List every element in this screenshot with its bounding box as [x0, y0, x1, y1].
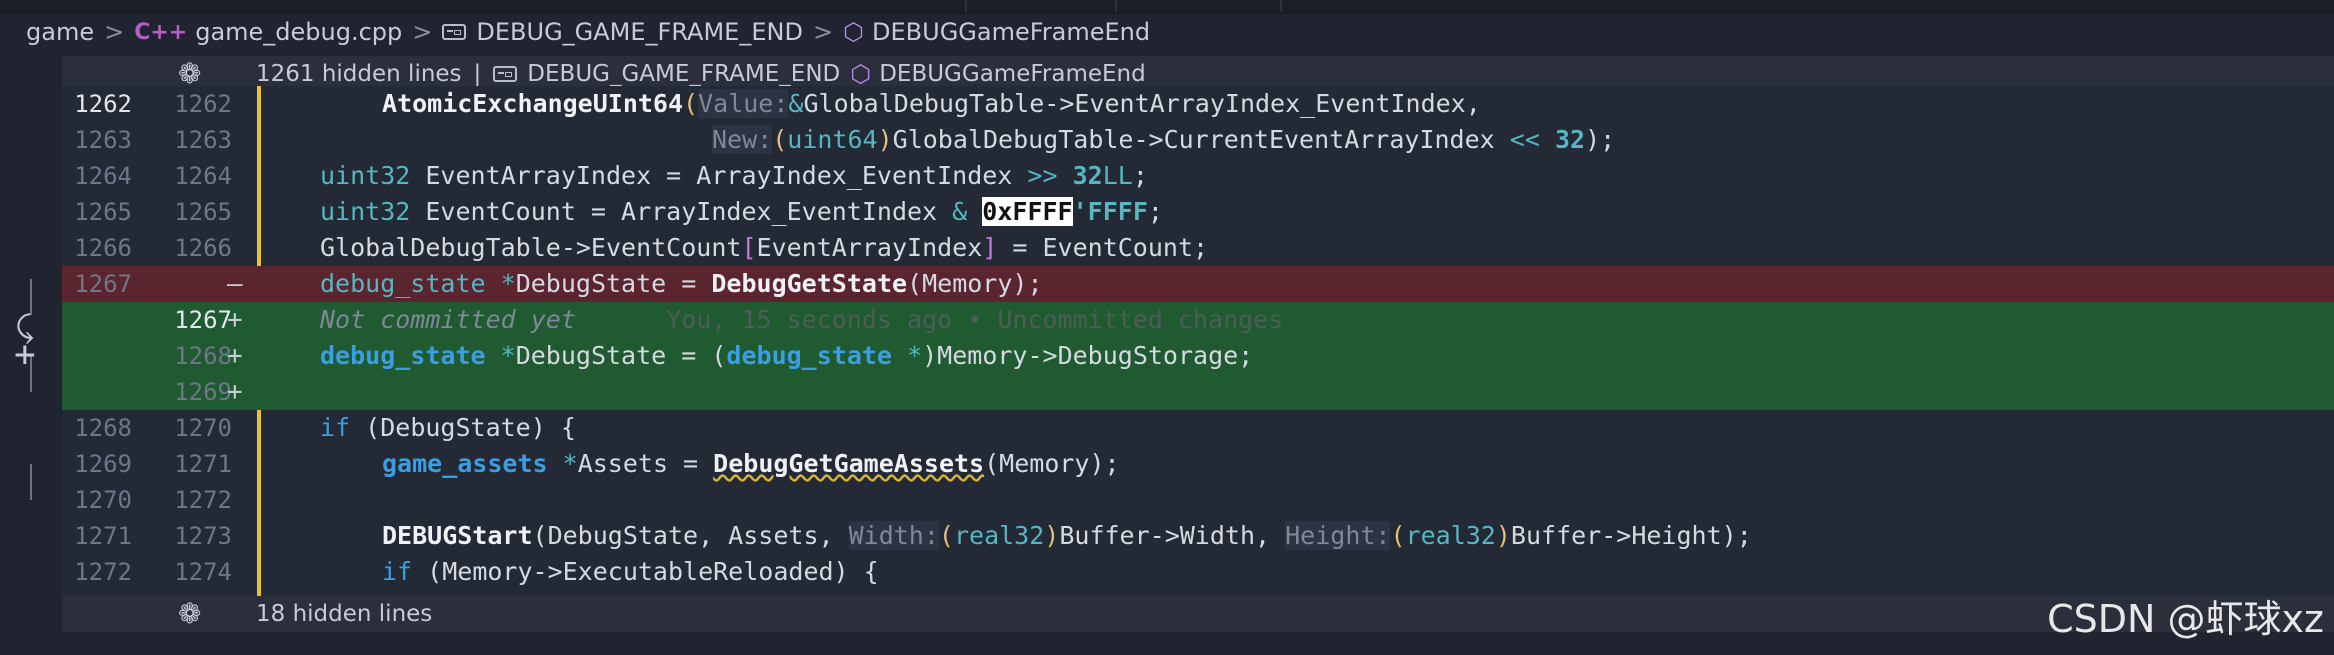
- code-text: debug_state *DebugState = (debug_state *…: [320, 341, 1254, 370]
- line-number-new: 1262: [174, 90, 232, 118]
- macro-icon: [493, 66, 518, 82]
- line-number-old: 1271: [74, 522, 132, 550]
- code-line: 1270 1272: [62, 482, 2334, 518]
- line-number-new: 1270: [174, 414, 232, 442]
- line-number-old: 1266: [74, 234, 132, 262]
- added-line: 1268 + debug_state *DebugState = (debug_…: [62, 338, 2334, 374]
- code-line: 1271 1273 DEBUGStart(DebugState, Assets,…: [62, 518, 2334, 554]
- line-number-old: 1269: [74, 450, 132, 478]
- line-number-new: 1272: [174, 486, 232, 514]
- code-line: 1262 1262 AtomicExchangeUInt64(Value:&Gl…: [62, 86, 2334, 122]
- diff-plus-marker: +: [227, 377, 243, 407]
- code-text: New:(uint64)GlobalDebugTable->CurrentEve…: [712, 125, 1616, 154]
- code-text: if (DebugState) {: [320, 413, 576, 442]
- top-strip: [0, 0, 2334, 14]
- stage-plus-icon[interactable]: +: [14, 334, 36, 375]
- tab-divider: [1280, 0, 1282, 12]
- line-number-new: 1274: [174, 558, 232, 586]
- chevron-right-icon: >: [812, 18, 834, 46]
- code-editor[interactable]: 1262 1262 AtomicExchangeUInt64(Value:&Gl…: [62, 86, 2334, 596]
- bottom-area: [0, 632, 2334, 655]
- line-number-old: 1265: [74, 198, 132, 226]
- method-icon: ⬡: [843, 18, 865, 46]
- breadcrumb-file[interactable]: game_debug.cpp: [195, 18, 402, 46]
- breadcrumb: game > C++ game_debug.cpp > DEBUG_GAME_F…: [0, 14, 2334, 50]
- line-number-old: 1270: [74, 486, 132, 514]
- code-line: 1266 1266 GlobalDebugTable->EventCount[E…: [62, 230, 2334, 266]
- chevron-right-icon: >: [412, 18, 433, 46]
- code-text: game_assets *Assets = DebugGetGameAssets…: [382, 449, 1120, 478]
- line-number-old: 1268: [74, 414, 132, 442]
- chevron-right-icon: >: [104, 18, 125, 46]
- line-number-new: 1264: [174, 162, 232, 190]
- hidden-lines-bottom[interactable]: ❁ 18 hidden lines: [62, 596, 2334, 632]
- line-number-new: 1265: [174, 198, 232, 226]
- diff-plus-marker: +: [227, 341, 243, 371]
- line-number-new: 1273: [174, 522, 232, 550]
- code-text: debug_state *DebugState = DebugGetState(…: [320, 269, 1043, 298]
- breadcrumb-symbol[interactable]: DEBUGGameFrameEnd: [872, 18, 1150, 46]
- code-text: DEBUGStart(DebugState, Assets, Width:(re…: [382, 521, 1752, 550]
- added-line: 1269 +: [62, 374, 2334, 410]
- gutter-bar: [30, 464, 32, 500]
- modified-indicator: [257, 410, 261, 596]
- code-text: if (Memory->ExecutableReloaded) {: [382, 557, 879, 586]
- breadcrumb-macro[interactable]: DEBUG_GAME_FRAME_END: [476, 18, 803, 46]
- diff-plus-marker: +: [227, 305, 243, 335]
- breadcrumb-root[interactable]: game: [26, 18, 94, 46]
- code-line: 1265 1265 uint32 EventCount = ArrayIndex…: [62, 194, 2334, 230]
- line-number-new: 1266: [174, 234, 232, 262]
- code-line: 1264 1264 uint32 EventArrayIndex = Array…: [62, 158, 2334, 194]
- line-number-old: 1264: [74, 162, 132, 190]
- code-line: 1269 1271 game_assets *Assets = DebugGet…: [62, 446, 2334, 482]
- code-text: GlobalDebugTable->EventCount[EventArrayI…: [320, 233, 1209, 262]
- line-number-old: 1263: [74, 126, 132, 154]
- code-text: Not committed yet You, 15 seconds ago • …: [320, 302, 1283, 338]
- macro-icon: [442, 24, 467, 40]
- code-text: AtomicExchangeUInt64(Value:&GlobalDebugT…: [382, 89, 1481, 118]
- blame-author: Not committed yet: [320, 305, 576, 334]
- line-number-new: 1268: [174, 342, 232, 370]
- modified-indicator: [257, 86, 261, 266]
- line-number-old: 1272: [74, 558, 132, 586]
- line-number-new: 1269: [174, 378, 232, 406]
- diff-minus-marker: —: [227, 269, 243, 299]
- line-number-new: 1267: [174, 306, 232, 334]
- code-line: 1263 1263 New:(uint64)GlobalDebugTable->…: [62, 122, 2334, 158]
- watermark: CSDN @虾球xz: [2047, 597, 2324, 641]
- hidden-lines-count: 18 hidden lines: [256, 601, 433, 627]
- code-line: 1268 1270 if (DebugState) {: [62, 410, 2334, 446]
- deleted-line: 1267 — debug_state *DebugState = DebugGe…: [62, 266, 2334, 302]
- line-number-old: 1267: [74, 270, 132, 298]
- gutter: ⤹ +: [0, 86, 62, 655]
- code-text: uint32 EventArrayIndex = ArrayIndex_Even…: [320, 161, 1148, 190]
- fold-icon[interactable]: ❁: [178, 596, 201, 632]
- git-blame-annotation: You, 15 seconds ago • Uncommitted change…: [666, 305, 1284, 334]
- tab-divider: [965, 0, 967, 12]
- line-number-new: 1263: [174, 126, 232, 154]
- line-number-old: 1262: [74, 90, 132, 118]
- code-text: uint32 EventCount = ArrayIndex_EventInde…: [320, 197, 1163, 226]
- line-number-new: 1271: [174, 450, 232, 478]
- added-line: 1267 + Not committed yet You, 15 seconds…: [62, 302, 2334, 338]
- code-line: 1272 1274 if (Memory->ExecutableReloaded…: [62, 554, 2334, 590]
- cpp-file-icon: C++: [134, 19, 188, 45]
- tab-divider: [1115, 0, 1117, 12]
